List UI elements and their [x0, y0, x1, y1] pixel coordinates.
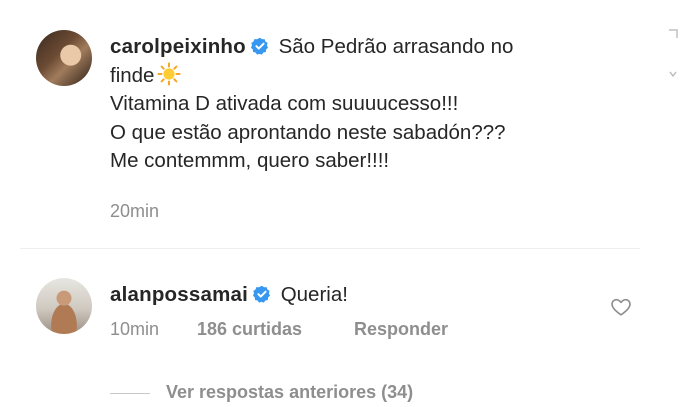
reply-button[interactable]: Responder	[354, 319, 448, 340]
comment-text-line: Me contemmm, quero saber!!!!	[110, 149, 390, 172]
comment-text-line: São Pedrão arrasando no	[278, 35, 514, 58]
comment-body: carolpeixinho São Pedrão arrasando no fi…	[110, 33, 580, 176]
heart-icon[interactable]	[610, 296, 632, 318]
comment-timestamp[interactable]: 20min	[110, 201, 159, 222]
comment-timestamp[interactable]: 10min	[110, 319, 159, 340]
chevron-down-icon[interactable]	[666, 68, 680, 82]
comment-text-line: O que estão aprontando neste sabadón???	[110, 120, 506, 144]
sun-emoji-icon	[157, 62, 181, 85]
comment-text: Queria!	[280, 283, 348, 306]
avatar[interactable]	[36, 30, 92, 86]
comment-username[interactable]: alanpossamai	[110, 283, 248, 306]
view-previous-replies-button[interactable]: Ver respostas anteriores (34)	[166, 382, 413, 403]
verified-badge-icon	[250, 37, 268, 55]
divider	[20, 248, 640, 249]
replies-line-divider	[110, 393, 150, 394]
comment-username[interactable]: carolpeixinho	[110, 35, 246, 58]
comment-text-line: finde	[110, 63, 155, 87]
comment-body: alanpossamai Queria!	[110, 281, 580, 310]
avatar[interactable]	[36, 278, 92, 334]
more-options-icon[interactable]	[666, 28, 680, 42]
comment-item: carolpeixinho São Pedrão arrasando no fi…	[0, 0, 680, 248]
verified-badge-icon	[253, 285, 271, 303]
comment-text-line: Vitamina D ativada com suuuucesso!!!	[110, 92, 459, 115]
likes-count[interactable]: 186 curtidas	[197, 319, 302, 340]
